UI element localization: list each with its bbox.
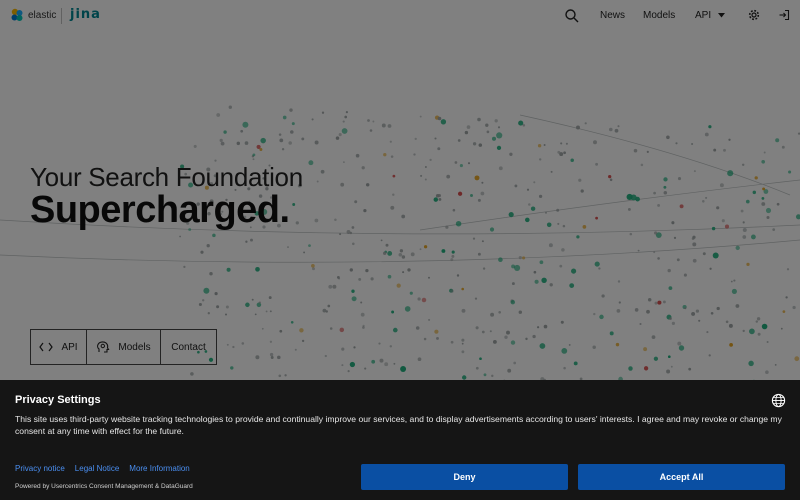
consent-title: Privacy Settings xyxy=(15,394,101,406)
legal-notice-link[interactable]: Legal Notice xyxy=(75,464,119,473)
more-information-link[interactable]: More Information xyxy=(129,464,189,473)
consent-powered-by: Powered by Usercentrics Consent Manageme… xyxy=(15,483,193,490)
deny-button[interactable]: Deny xyxy=(361,464,568,490)
consent-description: This site uses third-party website track… xyxy=(15,414,782,436)
privacy-consent-banner: Privacy Settings This site uses third-pa… xyxy=(0,380,800,500)
accept-all-button[interactable]: Accept All xyxy=(578,464,785,490)
privacy-notice-link[interactable]: Privacy notice xyxy=(15,464,65,473)
language-globe-icon[interactable] xyxy=(771,393,786,408)
consent-links: Privacy notice Legal Notice More Informa… xyxy=(15,464,190,473)
